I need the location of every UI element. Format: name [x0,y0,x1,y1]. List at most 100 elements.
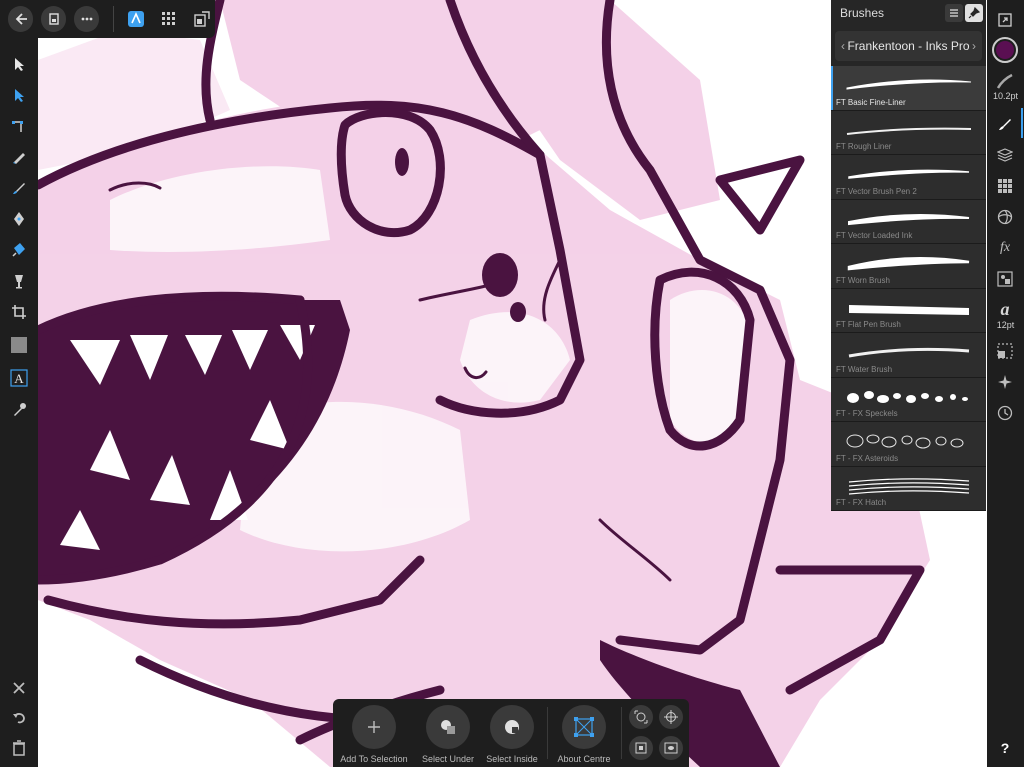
transparency-tool-icon[interactable] [7,269,31,293]
about-centre-icon [562,705,606,749]
pen-tool-icon[interactable] [7,207,31,231]
brush-item[interactable]: FT Rough Liner [831,110,986,155]
adjustments-icon[interactable] [993,205,1017,229]
layers-icon[interactable] [993,143,1017,167]
pin-icon[interactable] [965,4,983,22]
select-inside-icon [490,705,534,749]
brushes-panel: Brushes ‹ Frankentoon - Inks Pro › FT Ba… [831,0,986,511]
brush-name: FT Vector Loaded Ink [836,231,913,240]
context-toolbar: Add To Selection Select Under Select Ins… [333,699,689,767]
close-icon[interactable] [7,676,31,700]
navigator-icon[interactable] [993,370,1017,394]
transparency-panel-icon[interactable] [993,339,1017,363]
brush-name: FT Worn Brush [836,275,890,285]
preview-icon[interactable] [659,736,683,760]
brush-item[interactable]: FT Basic Fine-Liner [831,66,986,111]
add-to-selection-button[interactable]: Add To Selection [333,699,411,767]
studio-toolbar: 10.2pt fx a 12pt ? [987,0,1024,767]
crosshair-icon[interactable] [659,705,683,729]
pixel-persona-icon[interactable] [157,6,182,32]
tools-panel: A [0,38,38,767]
brush-stroke-preview [848,477,970,495]
brush-name: FT Rough Liner [836,142,892,151]
brush-list: FT Basic Fine-Liner FT Rough Liner FT Ve… [831,66,986,511]
svg-text:A: A [14,371,24,386]
color-picker-tool-icon[interactable] [7,398,31,422]
document-icon[interactable] [41,6,66,32]
brush-stroke-preview [846,434,964,449]
about-centre-label: About Centre [557,754,611,764]
fullscreen-icon[interactable] [993,8,1017,32]
delete-icon[interactable] [7,736,31,760]
fill-tool-icon[interactable] [7,238,31,262]
list-view-icon[interactable] [945,4,963,22]
panel-title: Brushes [840,6,885,20]
active-panel-indicator [1021,108,1023,138]
brush-stroke-preview [849,304,969,315]
pencil-tool-icon[interactable] [7,145,31,169]
brush-stroke-preview [848,169,970,179]
toolbar-divider [113,6,114,32]
snap-to-bounds-icon[interactable] [629,736,653,760]
corner-tool-icon[interactable] [7,114,31,138]
color-swatch-fill [996,41,1014,59]
brush-stroke-preview [848,347,970,358]
top-toolbar [0,0,215,38]
chevron-left-icon[interactable]: ‹ [841,39,845,53]
brush-name: FT Basic Fine-Liner [836,97,906,107]
brush-item[interactable]: FT - FX Speckels [831,377,986,422]
brush-item[interactable]: FT - FX Hatch [831,466,986,511]
color-swatch[interactable] [992,37,1018,63]
text-styles-icon[interactable]: a [993,297,1017,321]
brush-stroke-preview [848,213,970,225]
brush-name: FT Vector Brush Pen 2 [836,186,917,196]
more-icon[interactable] [74,6,99,32]
brush-item[interactable]: FT Water Brush [831,333,986,378]
brush-name: FT Flat Pen Brush [836,320,901,329]
swatches-icon[interactable] [993,174,1017,198]
brush-category-selector[interactable]: ‹ Frankentoon - Inks Pro › [835,31,982,61]
history-icon[interactable] [993,401,1017,425]
text-styles-glyph: a [1000,298,1010,319]
add-icon [352,705,396,749]
brush-item[interactable]: FT - FX Asteroids [831,422,986,467]
context-divider [621,707,622,759]
move-tool-icon[interactable] [7,52,31,76]
brush-name: FT - FX Speckels [836,409,898,418]
vector-brush-tool-icon[interactable] [7,176,31,200]
help-button[interactable]: ? [993,736,1017,760]
styles-icon[interactable] [993,267,1017,291]
brush-name: FT Water Brush [836,364,893,374]
node-tool-icon[interactable] [7,83,31,107]
font-size-label: 12pt [996,320,1015,330]
brush-category-name: Frankentoon - Inks Pro [847,39,970,53]
brush-name: FT - FX Asteroids [836,453,899,463]
add-to-selection-label: Add To Selection [340,754,408,764]
brush-name: FT - FX Hatch [836,498,887,507]
select-inside-button[interactable]: Select Inside [471,699,549,767]
brush-item[interactable]: FT Worn Brush [831,244,986,289]
effects-icon[interactable]: fx [993,236,1017,260]
brush-item[interactable]: FT Vector Brush Pen 2 [831,155,986,200]
brush-stroke-preview [846,127,972,135]
select-under-icon [426,705,470,749]
designer-persona-icon[interactable] [124,6,149,32]
undo-icon[interactable] [7,706,31,730]
brush-item[interactable]: FT Flat Pen Brush [831,288,986,333]
brushes-panel-icon[interactable] [993,112,1017,136]
chevron-right-icon[interactable]: › [972,39,976,53]
crop-tool-icon[interactable] [7,300,31,324]
export-persona-icon[interactable] [190,6,215,32]
back-arrow-icon[interactable] [8,6,33,32]
transform-origin-icon[interactable] [629,705,653,729]
brush-stroke-preview [847,257,970,271]
help-label: ? [1000,740,1010,756]
brush-item[interactable]: FT Vector Loaded Ink [831,199,986,244]
rectangle-tool-icon[interactable] [7,333,31,357]
brush-stroke-preview [847,390,968,403]
effects-label: fx [999,240,1011,255]
text-tool-icon[interactable]: A [7,366,31,390]
brush-stroke-preview [846,79,972,90]
select-inside-label: Select Inside [486,754,538,764]
about-centre-button[interactable]: About Centre [543,699,621,767]
